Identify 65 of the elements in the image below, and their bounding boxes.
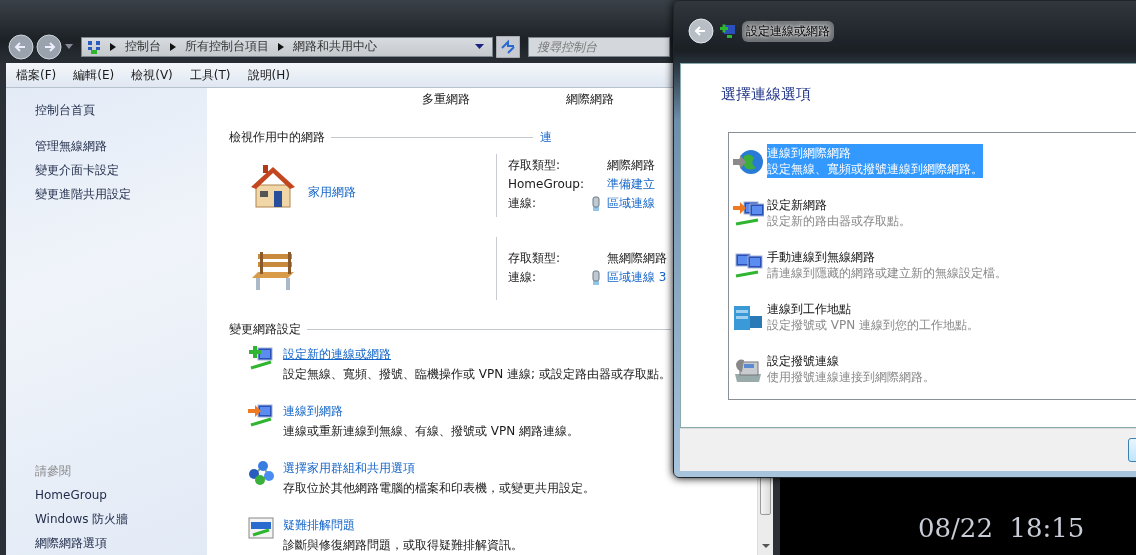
forward-icon	[36, 33, 62, 60]
task-link[interactable]: 設定新的連線或網路	[283, 344, 391, 364]
network-plug-icon	[591, 269, 601, 286]
network-map-label: 多重網路	[422, 91, 470, 108]
network-name-link[interactable]: 家用網路	[308, 184, 356, 201]
property-label: 連線:	[508, 269, 538, 286]
menu-item[interactable]: 說明(H)	[247, 66, 290, 84]
sidebar-heading: 請參閱	[35, 463, 71, 480]
back-icon	[8, 33, 34, 60]
property-label: HomeGroup:	[508, 176, 585, 193]
connection-link[interactable]: 區域連線	[607, 194, 655, 213]
dropdown-icon	[475, 43, 484, 50]
property-label: 存取類型:	[508, 157, 562, 174]
scroll-down-icon	[762, 544, 770, 549]
network-map-label: 網際網路	[566, 91, 614, 108]
refresh-icon	[496, 35, 520, 58]
property-value: 網際網路	[607, 157, 655, 174]
network-icon	[87, 39, 101, 54]
search-field[interactable]: 搜尋控制台	[528, 36, 670, 57]
connection-link[interactable]: 區域連線 3	[607, 268, 667, 287]
section-title: 檢視作用中的網路	[229, 129, 325, 146]
sidebar-link[interactable]: 網際網路選項	[35, 531, 107, 555]
computer-arrow-icon	[247, 401, 275, 429]
property-label: 連線:	[508, 195, 538, 212]
task-description: 診斷與修復網路問題，或取得疑難排解資訊。	[283, 537, 523, 554]
computer-plus-icon	[247, 344, 275, 372]
desktop-clock: 08/22 18:15	[918, 513, 1085, 543]
dialog-heading: 選擇連線選項	[721, 84, 812, 105]
property-value: 無網際網路	[607, 250, 667, 267]
task-link[interactable]: 選擇家用群組和共用選項	[283, 458, 415, 478]
sidebar-link[interactable]: 管理無線網路	[35, 134, 107, 158]
section-title: 變更網路設定	[229, 321, 301, 338]
sidebar-link[interactable]: 控制台首頁	[35, 98, 95, 122]
sidebar-link[interactable]: 變更介面卡設定	[35, 158, 119, 182]
network-plug-icon	[591, 195, 601, 212]
task-link[interactable]: 連線到網路	[283, 401, 343, 421]
task-description: 存取位於其他網路電腦的檔案和印表機，或變更共用設定。	[283, 480, 595, 497]
back-icon	[688, 18, 714, 44]
connection-option[interactable]: 設定撥號連線 使用撥號連線連接到網際網路。	[767, 352, 935, 386]
breadcrumb-item[interactable]: 控制台	[125, 38, 161, 56]
breadcrumb-item[interactable]: 所有控制台項目	[185, 38, 269, 56]
caret-icon	[65, 43, 73, 50]
chevron-icon	[110, 42, 116, 51]
address-bar[interactable]: 控制台 所有控制台項目 網路和共用中心	[81, 36, 493, 57]
sidebar-link[interactable]: 變更進階共用設定	[35, 182, 131, 206]
property-label: 存取類型:	[508, 250, 562, 267]
connection-option[interactable]: 設定新網路 設定新的路由器或存取點。	[767, 196, 911, 230]
sidebar-link[interactable]: HomeGroup	[35, 483, 107, 507]
sidebar-link[interactable]: Windows 防火牆	[35, 507, 129, 531]
connection-option[interactable]: 手動連線到無線網路 請連線到隱藏的網路或建立新的無線設定檔。	[767, 248, 1007, 282]
property-link[interactable]: 準備建立	[607, 175, 655, 194]
menu-item[interactable]: 編輯(E)	[73, 66, 115, 84]
spheres-icon	[247, 458, 275, 486]
connection-option[interactable]: 連線到工作地點 設定撥號或 VPN 連線到您的工作地點。	[767, 300, 980, 334]
task-description: 設定無線、寬頻、撥號、臨機操作或 VPN 連線; 或設定路由器或存取點。	[283, 366, 671, 383]
chevron-icon	[170, 42, 176, 51]
computer-plus-icon	[720, 23, 736, 39]
task-description: 連線或重新連線到無線、有線、撥號或 VPN 網路連線。	[283, 423, 580, 440]
menu-item[interactable]: 檔案(F)	[16, 66, 57, 84]
menu-item[interactable]: 檢視(V)	[131, 66, 173, 84]
menu-item[interactable]: 工具(T)	[189, 66, 231, 84]
breadcrumb-item[interactable]: 網路和共用中心	[293, 38, 377, 56]
task-link[interactable]: 疑難排解問題	[283, 515, 355, 535]
link[interactable]: 連	[540, 128, 552, 146]
chevron-icon	[278, 42, 284, 51]
